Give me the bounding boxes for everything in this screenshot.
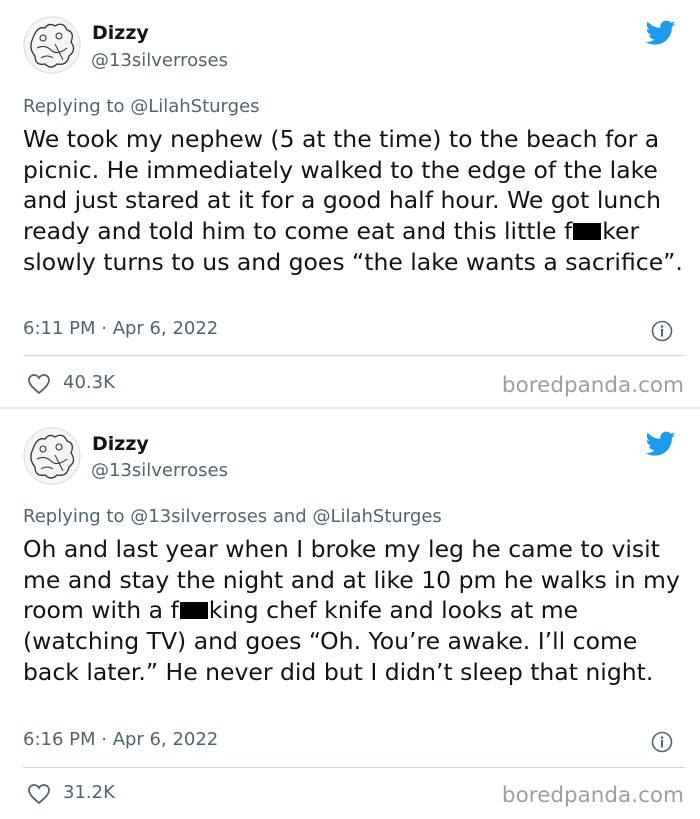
tweet-card: Dizzy @13silverroses Replying to @LilahS… [0,0,700,408]
author-name[interactable]: Dizzy [92,22,149,44]
tweet-card: Dizzy @13silverroses Replying to @13silv… [0,409,700,819]
replying-to[interactable]: Replying to @LilahSturges [23,96,260,117]
info-icon[interactable] [651,320,673,342]
heart-icon[interactable] [27,783,51,805]
author-handle[interactable]: @13silverroses [91,460,228,481]
tweet-body: Oh and last year when I broke my leg he … [23,534,683,688]
tweet-body-part: We took my nephew (5 at the time) to the… [23,125,661,246]
twitter-bird-icon[interactable] [646,20,676,46]
divider [23,355,685,356]
avatar-icon [23,16,81,74]
info-icon[interactable] [651,731,673,753]
timestamp[interactable]: 6:11 PM · Apr 6, 2022 [23,318,218,339]
like-count: 40.3K [63,372,115,393]
heart-icon[interactable] [27,373,51,395]
watermark: boredpanda.com [501,373,684,398]
watermark: boredpanda.com [501,783,684,808]
avatar[interactable] [23,16,81,74]
avatar-icon [23,427,81,485]
author-handle[interactable]: @13silverroses [91,50,228,71]
avatar[interactable] [23,427,81,485]
tweet-body: We took my nephew (5 at the time) to the… [23,124,683,278]
author-name[interactable]: Dizzy [92,433,149,455]
twitter-bird-icon[interactable] [646,431,676,457]
like-count: 31.2K [63,782,115,803]
replying-to[interactable]: Replying to @13silverroses and @LilahStu… [23,506,442,527]
censor-bar [179,602,208,620]
divider [23,767,685,768]
timestamp[interactable]: 6:16 PM · Apr 6, 2022 [23,729,218,750]
censor-bar [573,223,602,241]
